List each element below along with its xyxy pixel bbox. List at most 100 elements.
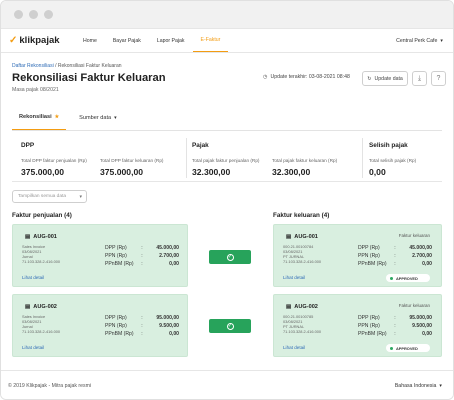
nav-item-lapor-pajak[interactable]: Lapor Pajak (149, 29, 193, 52)
check-circle-icon: ✓ (226, 322, 234, 330)
amount-label: PPnBM (Rp) (358, 261, 387, 267)
invoice-meta: Sales Invoice 03/08/2021 Jurnal 71.103.3… (22, 244, 60, 264)
check-logo-icon: ✓ (9, 35, 18, 46)
colon: : (394, 315, 396, 321)
divider (362, 138, 363, 178)
app-window: ✓ klikpajak Home Bayar Pajak Lapor Pajak… (0, 0, 454, 400)
document-icon: ▤ (286, 304, 292, 310)
summary-panel: DPP Total DPP faktur penjualan (Rp) 375.… (12, 132, 442, 182)
amount-label: PPnBM (Rp) (358, 331, 387, 337)
document-icon: ▤ (25, 234, 31, 240)
match-indicator[interactable]: ✓ (209, 250, 251, 264)
refresh-icon: ↻ (367, 75, 372, 82)
amount-value: 0,00 (169, 261, 179, 267)
invoice-id: ▤ AUG-001 (286, 234, 318, 240)
chevron-down-icon: ▾ (440, 37, 443, 44)
summary-label: Total pajak faktur penjualan (Rp) (192, 158, 260, 163)
output-invoice-card[interactable]: ▤ AUG-001 Faktur keluaran 000.21.00100784… (273, 224, 442, 287)
status-text: APPROVED (396, 345, 418, 351)
language-selector[interactable]: Bahasa Indonesia ▾ (395, 383, 442, 389)
amount-value: 45.000,00 (409, 245, 432, 251)
summary-value: 32.300,00 (272, 167, 311, 177)
amount-value: 2.700,00 (412, 253, 432, 259)
nav-item-bayar-pajak[interactable]: Bayar Pajak (105, 29, 149, 52)
amount-value: 0,00 (422, 261, 432, 267)
invoice-meta: Sales Invoice 03/08/2021 Jurnal 71.103.3… (22, 314, 60, 334)
summary-label: Total selisih pajak (Rp) (369, 158, 417, 163)
window-dot-maximize[interactable] (44, 10, 53, 19)
breadcrumb-parent-link[interactable]: Daftar Rekonsiliasi (12, 63, 54, 69)
amount-label: DPP (Rp) (358, 245, 380, 251)
invoice-id-text: AUG-002 (33, 304, 57, 310)
colon: : (394, 323, 396, 329)
meta-line: 71.103.328.2-416.000 (283, 259, 322, 265)
amount-value: 95.000,00 (409, 315, 432, 321)
status-badge: APPROVED (386, 274, 430, 282)
colon: : (141, 331, 143, 337)
amount-label: PPN (Rp) (358, 253, 380, 259)
amount-label: PPnBM (Rp) (105, 261, 134, 267)
tab-label: Rekonsiliasi (19, 114, 52, 120)
last-update-text: Update terakhir: 03-08-2021 08:48 (270, 74, 350, 80)
document-icon: ▤ (25, 304, 31, 310)
invoice-meta: 000.21.00100785 03/08/2021 PT JURNAL 71.… (283, 314, 321, 334)
status-text: APPROVED (396, 275, 418, 281)
colon: : (394, 331, 396, 337)
amount-value: 0,00 (422, 331, 432, 337)
summary-label: Total DPP faktur penjualan (Rp) (21, 158, 87, 163)
last-update: ◷ Update terakhir: 03-08-2021 08:48 (263, 74, 350, 80)
chevron-down-icon: ▾ (439, 383, 442, 389)
detail-link[interactable]: Lihat detail (22, 275, 44, 280)
company-selector[interactable]: Central Perk Cafe ▾ (396, 29, 443, 52)
summary-value: 32.300,00 (192, 167, 231, 177)
summary-heading: Pajak (192, 142, 209, 149)
amount-value: 95.000,00 (156, 315, 179, 321)
colon: : (141, 245, 143, 251)
detail-link[interactable]: Lihat detail (283, 275, 305, 280)
output-invoice-card[interactable]: ▤ AUG-002 Faktur keluaran 000.21.00100785… (273, 294, 442, 357)
match-indicator[interactable]: ✓ (209, 319, 251, 333)
tab-rekonsiliasi[interactable]: Rekonsiliasi ★ (12, 105, 67, 130)
amount-label: DPP (Rp) (105, 315, 127, 321)
meta-line: 71.103.328.2-416.000 (22, 259, 61, 265)
detail-link[interactable]: Lihat detail (22, 345, 44, 350)
filter-select[interactable]: Tampilkan semua data ▾ (12, 190, 87, 203)
sales-invoice-card[interactable]: ▤ AUG-002 Sales Invoice 03/08/2021 Jurnal… (12, 294, 188, 357)
company-name: Central Perk Cafe (396, 37, 438, 44)
amounts: DPP (Rp): 45.000,00 PPN (Rp): 2.700,00 PPn… (358, 244, 432, 268)
amount-value: 9.500,00 (412, 323, 432, 329)
amount-value: 45.000,00 (156, 245, 179, 251)
summary-value: 375.000,00 (21, 167, 65, 177)
amount-label: PPN (Rp) (105, 323, 127, 329)
breadcrumb-current: Rekonsiliasi Faktur Keluaran (57, 63, 122, 69)
divider (186, 138, 187, 178)
help-button[interactable]: ? (431, 71, 446, 86)
detail-link[interactable]: Lihat detail (283, 345, 305, 350)
window-dot-close[interactable] (14, 10, 23, 19)
invoice-id-text: AUG-001 (33, 234, 57, 240)
colon: : (141, 315, 143, 321)
help-icon: ? (436, 75, 441, 82)
amount-label: PPN (Rp) (105, 253, 127, 259)
summary-label: Total DPP faktur keluaran (Rp) (100, 158, 164, 163)
update-data-button[interactable]: ↻ Update data (362, 71, 408, 86)
footer: © 2019 Klikpajak - Mitra pajak resmi Bah… (1, 370, 453, 399)
invoice-id: ▤ AUG-002 (25, 304, 57, 310)
colon: : (141, 261, 143, 267)
window-dot-minimize[interactable] (29, 10, 38, 19)
sales-invoice-card[interactable]: ▤ AUG-001 Sales Invoice 03/08/2021 Jurnal… (12, 224, 188, 287)
brand-logo[interactable]: ✓ klikpajak (9, 35, 75, 46)
download-button[interactable]: ⤓ (412, 71, 427, 86)
amount-label: DPP (Rp) (105, 245, 127, 251)
amount-label: PPnBM (Rp) (105, 331, 134, 337)
status-badge: APPROVED (386, 344, 430, 352)
nav-item-home[interactable]: Home (75, 29, 105, 52)
colon: : (394, 253, 396, 259)
tab-sumber-data[interactable]: Sumber data ▾ (72, 105, 124, 130)
document-icon: ▤ (286, 234, 292, 240)
amounts: DPP (Rp): 95.000,00 PPN (Rp): 9.500,00 PPn… (105, 314, 179, 338)
nav-item-e-faktur[interactable]: E-Faktur (192, 29, 229, 52)
summary-heading: Selisih pajak (369, 142, 408, 149)
summary-value: 0,00 (369, 167, 386, 177)
amount-label: PPN (Rp) (358, 323, 380, 329)
